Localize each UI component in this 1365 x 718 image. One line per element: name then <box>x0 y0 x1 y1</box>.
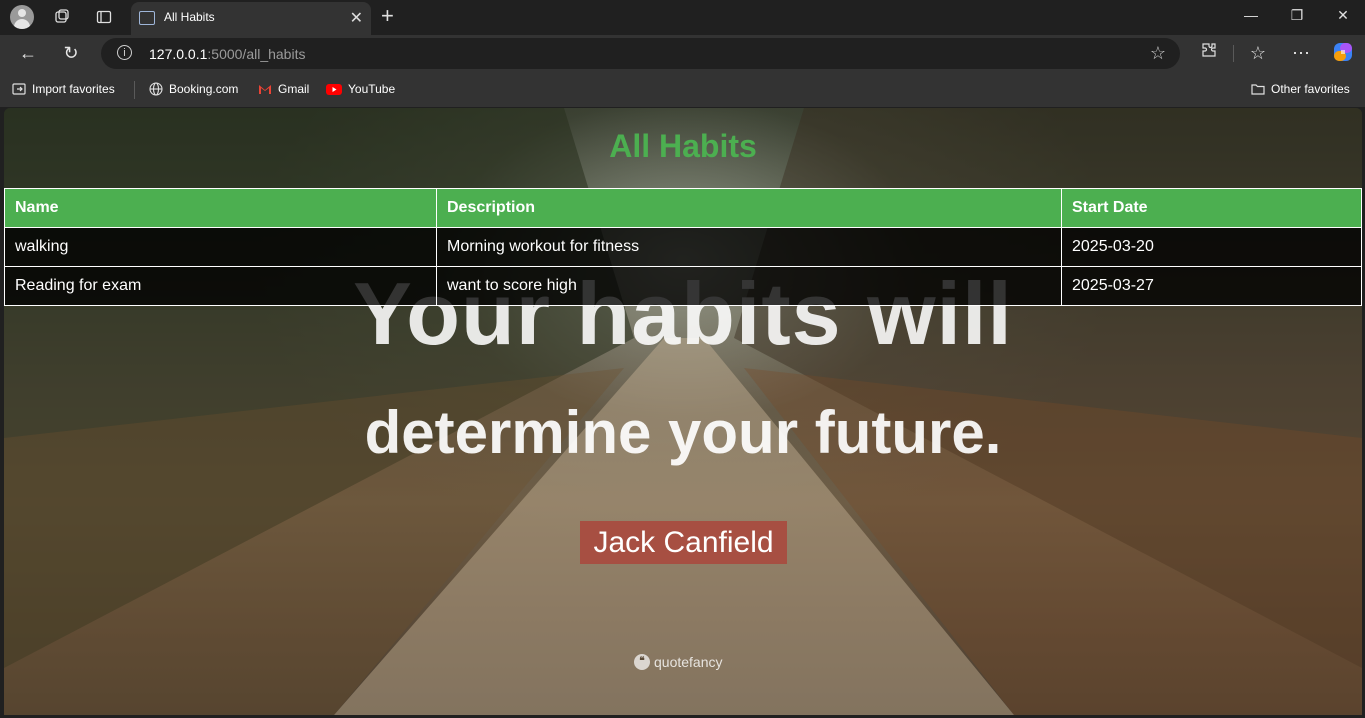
close-icon[interactable]: ✕ <box>350 8 363 28</box>
globe-icon <box>149 82 163 96</box>
youtube-icon <box>326 84 342 95</box>
quotefancy-watermark: ❝ quotefancy <box>634 654 723 670</box>
site-info-icon[interactable]: i <box>117 45 132 60</box>
bookmark-label: Other favorites <box>1271 82 1350 96</box>
quote-author: Jack Canfield <box>580 521 787 564</box>
cell-start-date: 2025-03-20 <box>1061 227 1362 267</box>
restore-icon[interactable]: ❐ <box>1282 7 1312 24</box>
address-url[interactable]: 127.0.0.1:5000/all_habits <box>149 46 305 62</box>
cell-description: want to score high <box>436 266 1062 306</box>
tab-actions-icon[interactable] <box>91 5 117 29</box>
profile-avatar[interactable] <box>9 5 35 29</box>
bookmark-gmail[interactable]: Gmail <box>258 82 309 96</box>
tab-bar: All Habits ✕ + — ❐ ✕ <box>0 0 1365 35</box>
plus-icon[interactable]: + <box>381 3 394 29</box>
tab-title: All Habits <box>164 10 215 24</box>
table-row: walking Morning workout for fitness 2025… <box>4 227 1362 267</box>
tab-favicon-icon <box>139 11 155 25</box>
refresh-icon[interactable]: ↻ <box>58 41 84 65</box>
back-arrow-icon[interactable]: ← <box>15 41 41 65</box>
habits-table: Name Description Start Date walking Morn… <box>4 188 1362 306</box>
import-icon <box>12 83 26 95</box>
toolbar-divider <box>1233 45 1234 62</box>
page-title: All Habits <box>609 128 757 164</box>
address-bar[interactable]: i 127.0.0.1:5000/all_habits ☆ <box>101 38 1180 69</box>
bookmark-label: Gmail <box>278 82 310 96</box>
minimize-icon[interactable]: — <box>1236 7 1266 23</box>
cell-name: Reading for exam <box>4 266 437 306</box>
bookmark-label: Booking.com <box>169 82 239 96</box>
tab-all-habits[interactable]: All Habits ✕ <box>131 2 371 35</box>
bookmark-label: YouTube <box>348 82 396 96</box>
address-path: :5000/all_habits <box>207 46 306 62</box>
cell-description: Morning workout for fitness <box>436 227 1062 267</box>
bookmark-separator <box>134 81 135 99</box>
copilot-icon[interactable] <box>1330 41 1356 65</box>
bookmarks-bar: Import favorites Booking.com Gmail YouTu… <box>0 72 1365 107</box>
browser-toolbar: ← ↻ i 127.0.0.1:5000/all_habits ☆ ☆ ⋯ <box>0 35 1365 72</box>
address-host: 127.0.0.1 <box>149 46 208 62</box>
column-header-name: Name <box>4 188 437 228</box>
page-content: Your habits will determine your future. … <box>4 108 1362 715</box>
bookmark-import-favorites[interactable]: Import favorites <box>12 82 115 96</box>
table-header-row: Name Description Start Date <box>4 188 1362 228</box>
folder-icon <box>1251 84 1265 95</box>
table-row: Reading for exam want to score high 2025… <box>4 266 1362 306</box>
extensions-icon[interactable] <box>1196 41 1222 65</box>
bookmark-booking[interactable]: Booking.com <box>149 82 238 96</box>
column-header-description: Description <box>436 188 1062 228</box>
bookmark-youtube[interactable]: YouTube <box>326 82 395 96</box>
quote-line-2: determine your future. <box>364 399 1002 466</box>
favorites-icon[interactable]: ☆ <box>1245 41 1271 65</box>
bookmark-label: Import favorites <box>32 82 115 96</box>
window-close-icon[interactable]: ✕ <box>1328 7 1358 24</box>
quote-icon: ❝ <box>634 654 650 670</box>
bookmark-other-favorites[interactable]: Other favorites <box>1251 82 1350 96</box>
cell-name: walking <box>4 227 437 267</box>
cell-start-date: 2025-03-27 <box>1061 266 1362 306</box>
workspaces-icon[interactable] <box>49 5 75 29</box>
favorite-star-icon[interactable]: ☆ <box>1150 43 1166 64</box>
column-header-start-date: Start Date <box>1061 188 1362 228</box>
more-menu-icon[interactable]: ⋯ <box>1288 41 1314 65</box>
watermark-text: quotefancy <box>654 654 723 670</box>
gmail-icon <box>259 85 271 94</box>
